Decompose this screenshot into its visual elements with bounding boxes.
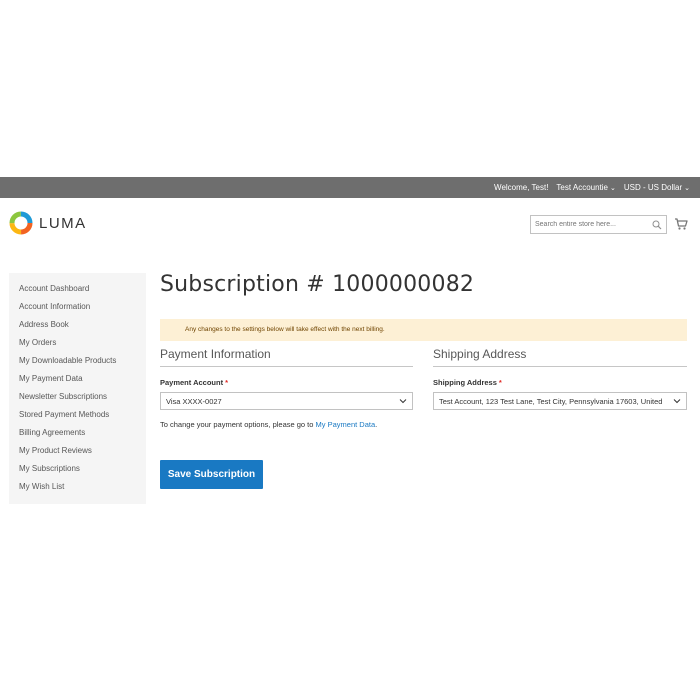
shipping-address-section: Shipping Address Shipping Address * Test … — [433, 346, 687, 410]
luma-logo-icon — [9, 211, 33, 235]
payment-information-section: Payment Information Payment Account * Vis… — [160, 346, 413, 429]
chevron-down-icon — [399, 399, 407, 404]
sidebar-item-product-reviews[interactable]: My Product Reviews — [9, 445, 146, 463]
search-box — [530, 215, 667, 234]
site-header: LUMA — [0, 199, 700, 249]
save-subscription-button[interactable]: Save Subscription — [160, 460, 263, 489]
sidebar-item-account-information[interactable]: Account Information — [9, 301, 146, 319]
billing-notice: Any changes to the settings below will t… — [160, 319, 687, 341]
required-marker: * — [498, 378, 502, 387]
currency-switcher[interactable]: USD - US Dollar ⌄ — [624, 183, 690, 192]
logo[interactable]: LUMA — [9, 211, 87, 235]
account-sidebar: Account Dashboard Account Information Ad… — [9, 273, 146, 504]
payment-help-text: To change your payment options, please g… — [160, 420, 378, 429]
chevron-down-icon: ⌄ — [610, 185, 616, 192]
sidebar-item-account-dashboard[interactable]: Account Dashboard — [9, 283, 146, 301]
payment-account-select[interactable]: Visa XXXX-0027 — [160, 392, 413, 410]
main-content: Subscription # 1000000082 Any changes to… — [160, 268, 687, 489]
logo-text: LUMA — [39, 214, 87, 232]
sidebar-item-downloadable-products[interactable]: My Downloadable Products — [9, 355, 146, 373]
sidebar-item-address-book[interactable]: Address Book — [9, 319, 146, 337]
shipping-address-label: Shipping Address * — [433, 378, 502, 387]
welcome-message: Welcome, Test! — [494, 183, 549, 192]
payment-account-label: Payment Account * — [160, 378, 228, 387]
payment-section-title: Payment Information — [160, 346, 413, 367]
my-payment-data-link[interactable]: My Payment Data — [316, 420, 376, 429]
chevron-down-icon — [673, 399, 681, 404]
sidebar-item-my-orders[interactable]: My Orders — [9, 337, 146, 355]
cart-icon[interactable] — [674, 217, 688, 231]
shipping-address-value: Test Account, 123 Test Lane, Test City, … — [439, 396, 663, 406]
sidebar-item-newsletter[interactable]: Newsletter Subscriptions — [9, 391, 146, 409]
search-input[interactable] — [535, 221, 647, 228]
sidebar-item-billing-agreements[interactable]: Billing Agreements — [9, 427, 146, 445]
search-icon[interactable] — [652, 220, 662, 230]
top-bar: Welcome, Test! Test Accountie ⌄ USD - US … — [0, 177, 700, 198]
payment-account-value: Visa XXXX-0027 — [166, 396, 222, 406]
sidebar-item-subscriptions[interactable]: My Subscriptions — [9, 463, 146, 481]
sidebar-item-payment-data[interactable]: My Payment Data — [9, 373, 146, 391]
shipping-section-title: Shipping Address — [433, 346, 687, 367]
required-marker: * — [225, 378, 228, 387]
chevron-down-icon: ⌄ — [684, 185, 690, 192]
shipping-address-select[interactable]: Test Account, 123 Test Lane, Test City, … — [433, 392, 687, 410]
sidebar-item-wish-list[interactable]: My Wish List — [9, 481, 146, 499]
account-menu[interactable]: Test Accountie ⌄ — [556, 183, 615, 192]
sidebar-item-stored-payment-methods[interactable]: Stored Payment Methods — [9, 409, 146, 427]
page-title: Subscription # 1000000082 — [160, 272, 475, 297]
